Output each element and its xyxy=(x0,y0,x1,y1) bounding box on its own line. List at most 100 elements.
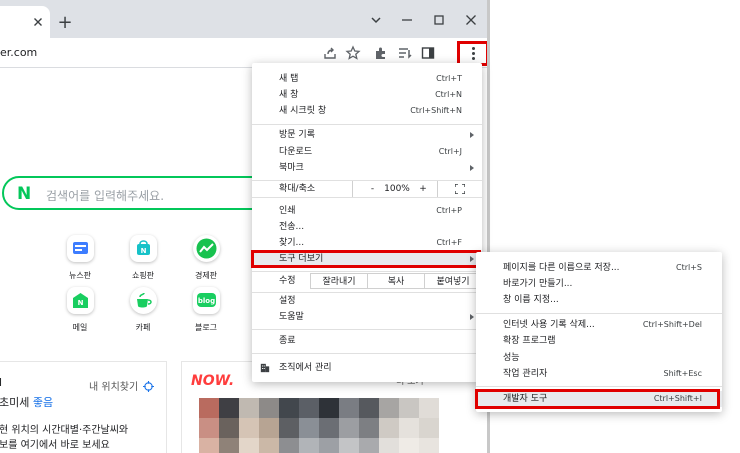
restore-icon[interactable] xyxy=(431,12,447,28)
menu-item-shortcut: Ctrl+N xyxy=(435,90,462,99)
menu-item-label: 북마크 xyxy=(279,163,304,173)
svg-text:blog: blog xyxy=(197,297,214,305)
submenu-item-label: 확장 프로그램 xyxy=(503,336,556,346)
edit-row: 수정 잘라내기 복사 붙여넣기 xyxy=(252,273,482,289)
menu-divider xyxy=(476,386,722,387)
submenu-arrow-icon xyxy=(470,165,474,171)
menu-item-settings[interactable]: 설정 xyxy=(252,293,482,309)
service-shopping[interactable]: N 쇼핑판 xyxy=(118,235,168,281)
bookmark-star-icon[interactable] xyxy=(345,45,361,61)
menu-item-cast[interactable]: 전송... xyxy=(252,219,482,235)
submenu-item-extensions[interactable]: 확장 프로그램 xyxy=(476,333,722,349)
menu-item-label: 인쇄 xyxy=(279,206,296,216)
air-quality-status: 좋음 xyxy=(32,396,54,409)
menu-item-exit[interactable]: 종료 xyxy=(252,333,482,349)
service-mail[interactable]: N 메일 xyxy=(55,287,105,333)
submenu-item-name-window[interactable]: 창 이름 지정... xyxy=(476,292,722,308)
new-tab-button[interactable]: + xyxy=(56,14,74,33)
find-location-link[interactable]: 내 위치찾기 xyxy=(89,378,155,393)
menu-item-new-window[interactable]: 새 창 Ctrl+N xyxy=(252,87,482,103)
fullscreen-button[interactable] xyxy=(437,181,482,197)
svg-text:N: N xyxy=(77,299,83,307)
edit-label: 수정 xyxy=(279,276,296,286)
window-close-icon[interactable] xyxy=(463,12,479,28)
submenu-item-task-manager[interactable]: 작업 관리자 Shift+Esc xyxy=(476,366,722,382)
menu-item-bookmarks[interactable]: 북마크 xyxy=(252,160,482,176)
menu-item-managed[interactable]: 조직에서 관리 xyxy=(252,360,482,376)
submenu-item-label: 인터넷 사용 기록 삭제... xyxy=(503,320,595,330)
menu-divider xyxy=(252,124,482,125)
extensions-icon[interactable] xyxy=(373,45,389,61)
menu-item-label: 다운로드 xyxy=(279,147,313,157)
chrome-main-menu: 새 탭 Ctrl+T 새 창 Ctrl+N 새 시크릿 창 Ctrl+Shift… xyxy=(252,63,482,382)
paste-button[interactable]: 붙여넣기 xyxy=(425,273,482,289)
service-label: 블로그 xyxy=(194,323,218,332)
active-tab[interactable] xyxy=(0,6,50,38)
building-icon xyxy=(260,363,270,373)
zoom-in-button[interactable]: + xyxy=(418,181,428,197)
search-placeholder: 검색어를 입력해주세요. xyxy=(46,189,165,203)
menu-item-label: 새 창 xyxy=(279,90,299,100)
menu-item-shortcut: Ctrl+T xyxy=(436,74,462,83)
tab-strip: + xyxy=(0,0,490,38)
close-icon[interactable] xyxy=(31,15,45,29)
menu-item-find[interactable]: 찾기... Ctrl+F xyxy=(252,235,482,251)
minimize-icon[interactable] xyxy=(399,12,415,28)
share-icon[interactable] xyxy=(322,45,338,61)
developer-tools-highlight xyxy=(475,389,720,409)
submenu-item-save-page[interactable]: 페이지를 다른 이름으로 저장... Ctrl+S xyxy=(476,260,722,276)
submenu-item-label: 성능 xyxy=(503,353,520,363)
menu-item-shortcut: Ctrl+F xyxy=(436,238,462,247)
menu-divider xyxy=(252,353,482,354)
chevron-down-icon[interactable] xyxy=(368,12,384,28)
svg-text:N: N xyxy=(140,247,146,255)
side-panel-icon[interactable] xyxy=(420,45,436,61)
menu-item-new-incognito[interactable]: 새 시크릿 창 Ctrl+Shift+N xyxy=(252,103,482,119)
copy-button[interactable]: 복사 xyxy=(368,273,425,289)
submenu-item-clear-history[interactable]: 인터넷 사용 기록 삭제... Ctrl+Shift+Del xyxy=(476,317,722,333)
more-tools-highlight xyxy=(251,250,481,268)
now-logo[interactable]: NOW. xyxy=(191,373,234,389)
news-icon xyxy=(66,235,94,262)
submenu-arrow-icon xyxy=(470,132,474,138)
menu-item-shortcut: Ctrl+J xyxy=(438,147,462,156)
weather-description-1: 현 위치의 시간대별·주간날씨와 xyxy=(0,425,129,436)
reading-list-icon[interactable] xyxy=(397,45,413,61)
address-bar[interactable]: er.com xyxy=(0,46,37,59)
submenu-item-performance[interactable]: 성능 xyxy=(476,350,722,366)
menu-divider xyxy=(252,271,482,272)
menu-item-new-tab[interactable]: 새 탭 Ctrl+T xyxy=(252,71,482,87)
menu-item-label: 조직에서 관리 xyxy=(279,363,332,373)
service-label: 메일 xyxy=(72,323,88,332)
submenu-item-shortcut: Ctrl+Shift+Del xyxy=(642,320,702,329)
menu-item-label: 종료 xyxy=(279,336,296,346)
menu-divider xyxy=(476,313,722,314)
menu-item-label: 새 시크릿 창 xyxy=(279,106,327,116)
shopping-icon: N xyxy=(129,235,157,262)
menu-item-label: 방문 기록 xyxy=(279,130,315,140)
submenu-item-create-shortcut[interactable]: 바로가기 만들기... xyxy=(476,276,722,292)
service-label: 쇼핑판 xyxy=(131,271,155,280)
menu-item-label: 도움말 xyxy=(279,312,304,322)
service-economy[interactable]: 경제판 xyxy=(181,235,231,281)
naver-logo[interactable]: N xyxy=(17,184,31,204)
service-blog[interactable]: blog 블로그 xyxy=(181,287,231,333)
cut-button[interactable]: 잘라내기 xyxy=(310,273,368,289)
menu-item-print[interactable]: 인쇄 Ctrl+P xyxy=(252,203,482,219)
submenu-item-label: 페이지를 다른 이름으로 저장... xyxy=(503,263,620,273)
weather-description-2: 보를 여기에서 바로 보세요 xyxy=(0,440,110,451)
blog-icon: blog xyxy=(192,287,220,314)
menu-divider xyxy=(252,197,482,198)
menu-item-downloads[interactable]: 다운로드 Ctrl+J xyxy=(252,144,482,160)
service-cafe[interactable]: 카페 xyxy=(118,287,168,333)
menu-item-help[interactable]: 도움말 xyxy=(252,309,482,325)
service-news[interactable]: 뉴스판 xyxy=(55,235,105,281)
menu-item-label: 찾기... xyxy=(279,238,305,248)
menu-item-history[interactable]: 방문 기록 xyxy=(252,127,482,143)
fullscreen-icon xyxy=(455,184,465,194)
menu-item-shortcut: Ctrl+P xyxy=(436,206,462,215)
more-menu-icon[interactable] xyxy=(472,47,475,62)
air-quality-line: 초미세 좋음 xyxy=(0,396,54,409)
zoom-level: 100% xyxy=(384,184,410,194)
menu-item-label: 새 탭 xyxy=(279,74,299,84)
